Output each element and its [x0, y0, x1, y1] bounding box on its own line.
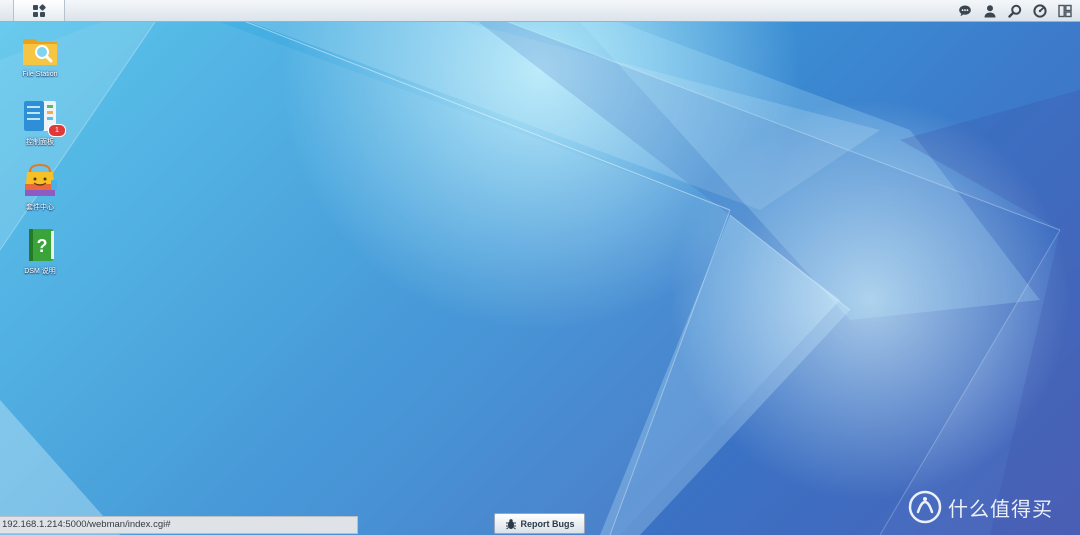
control-panel-icon: 1: [21, 99, 66, 137]
resource-monitor-button[interactable]: [1031, 2, 1049, 20]
notification-badge: 1: [48, 124, 66, 137]
watermark-text: 什么值得买: [948, 496, 1053, 521]
dashboard-gauge-icon: [1033, 4, 1047, 18]
svg-text:?: ?: [37, 236, 48, 256]
shortcut-label: DSM 说明: [24, 268, 56, 275]
desktop: File Station 1 控制面板 套件中心 ? DSM 说明 什么值得买 …: [0, 0, 1080, 535]
shortcut-control-panel[interactable]: 1 控制面板: [8, 99, 72, 147]
smzdm-logo-icon: [908, 490, 942, 524]
shortcut-dsm-help[interactable]: ? DSM 说明: [8, 228, 72, 276]
shortcut-label: 套件中心: [26, 204, 54, 211]
shortcut-package-center[interactable]: 套件中心: [8, 163, 72, 212]
file-station-icon: [21, 33, 59, 69]
status-bar-url: 192.168.1.214:5000/webman/index.cgi#: [0, 516, 358, 534]
search-icon: [1008, 4, 1022, 18]
report-bugs-label: Report Bugs: [520, 518, 575, 529]
notification-chat-icon: [959, 5, 971, 17]
notifications-button[interactable]: [956, 2, 974, 20]
system-tray: [956, 2, 1074, 20]
watermark: 什么值得买: [908, 490, 1053, 524]
shortcut-label: 控制面板: [26, 139, 54, 146]
grid-menu-icon: [33, 3, 46, 17]
user-menu-button[interactable]: [981, 2, 999, 20]
search-button[interactable]: [1006, 2, 1024, 20]
dsm-help-icon: ?: [21, 228, 59, 264]
widgets-icon: [1058, 4, 1072, 18]
taskbar: [0, 0, 1080, 22]
package-center-icon: [21, 163, 59, 200]
report-bugs-button[interactable]: Report Bugs: [494, 513, 585, 534]
user-icon: [984, 5, 996, 18]
main-menu-button[interactable]: [13, 0, 65, 21]
shortcut-file-station[interactable]: File Station: [8, 33, 72, 78]
bug-icon: [505, 518, 516, 529]
widgets-button[interactable]: [1056, 2, 1074, 20]
shortcut-label: File Station: [22, 71, 58, 78]
wallpaper: [0, 0, 1080, 535]
